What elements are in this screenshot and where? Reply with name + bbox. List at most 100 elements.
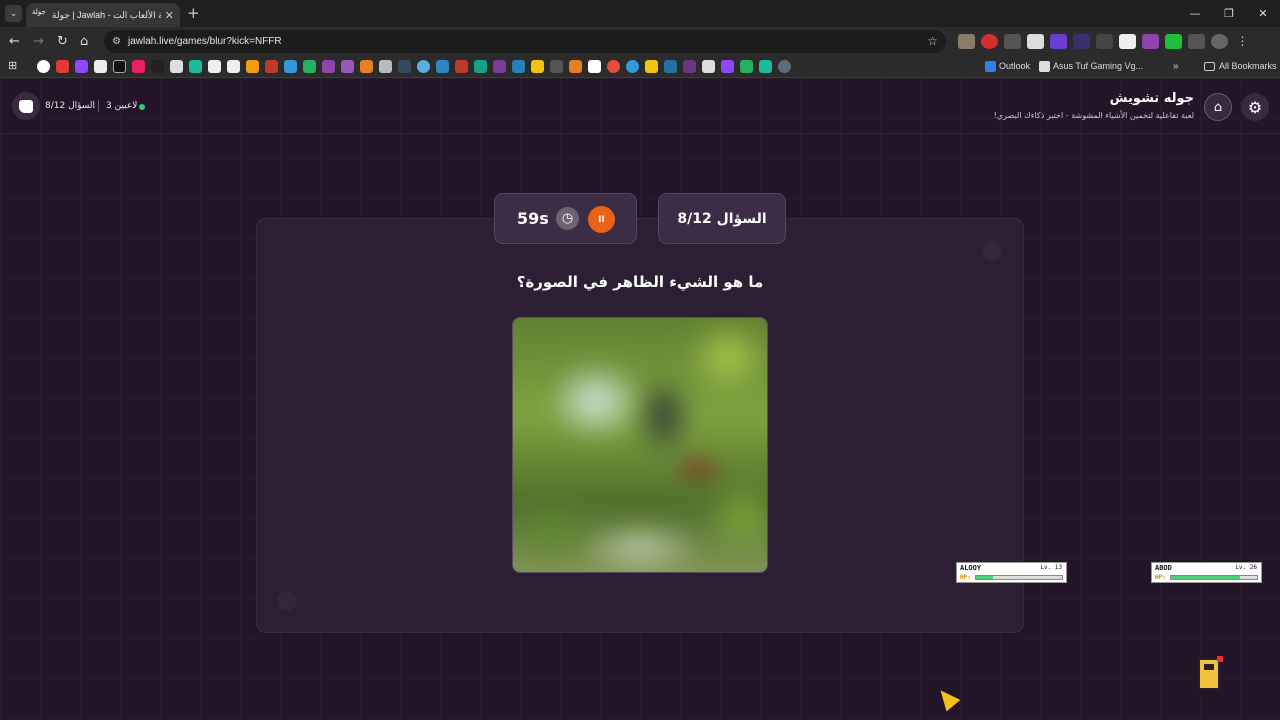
restore-icon[interactable]: ❐ — [1212, 0, 1246, 27]
bookmark-outlook[interactable]: Outlook — [985, 61, 1031, 73]
bookmark-icon[interactable] — [626, 60, 639, 73]
bookmark-icon[interactable] — [683, 60, 696, 73]
extension-icon[interactable] — [1096, 34, 1113, 49]
blurred-image — [512, 317, 768, 573]
bookmark-icon[interactable] — [664, 60, 677, 73]
bookmark-icon[interactable] — [569, 60, 582, 73]
bookmark-icon[interactable] — [246, 60, 259, 73]
asus-icon — [1039, 61, 1050, 73]
bookmark-icon[interactable] — [75, 60, 88, 73]
bookmark-icon[interactable] — [360, 60, 373, 73]
bookmark-outlook-label: Outlook — [999, 61, 1031, 71]
apps-icon[interactable]: ⊞ — [8, 59, 17, 72]
extension-icon[interactable] — [1073, 34, 1090, 49]
bookmark-icon[interactable] — [512, 60, 525, 73]
bookmark-icon[interactable] — [132, 60, 145, 73]
player-name: ALOOY — [960, 564, 982, 572]
bookmark-icon[interactable] — [113, 60, 126, 73]
bookmark-icon[interactable] — [607, 60, 620, 73]
extension-icon[interactable] — [1119, 34, 1136, 49]
header-divider — [98, 100, 99, 112]
extensions-icon[interactable] — [1188, 34, 1205, 49]
bookmark-icon[interactable] — [37, 60, 50, 73]
mouse-cursor-icon — [933, 684, 961, 712]
pause-button[interactable]: II — [588, 206, 615, 233]
bookmark-icon[interactable] — [417, 60, 430, 73]
bookmark-icon[interactable] — [341, 60, 354, 73]
extension-icon[interactable] — [1142, 34, 1159, 49]
header-player-count: 3 لاعبين — [106, 101, 138, 111]
all-bookmarks[interactable]: All Bookmarks — [1204, 61, 1277, 72]
header-question-counter: السؤال 8/12 — [45, 101, 96, 111]
bookmark-icon[interactable] — [740, 60, 753, 73]
bookmark-icon[interactable] — [474, 60, 487, 73]
hp-bar — [1170, 575, 1258, 580]
reload-icon[interactable]: ↻ — [57, 34, 68, 49]
bookmark-icon[interactable] — [56, 60, 69, 73]
address-bar[interactable]: ⚙ jawlah.live/games/blur?kick=NFFR ☆ — [104, 30, 946, 53]
app-header: السؤال 8/12 3 لاعبين ⚙ ⌂ جوله تشويش لعبة… — [0, 78, 1280, 134]
close-tab-icon[interactable]: ✕ — [165, 9, 174, 22]
home-button[interactable]: ⌂ — [1204, 93, 1232, 121]
star-icon[interactable]: ☆ — [927, 34, 938, 48]
menu-icon[interactable]: ⋮ — [1234, 34, 1251, 49]
bookmark-icon[interactable] — [284, 60, 297, 73]
hp-fill — [976, 576, 994, 579]
bookmark-icon[interactable] — [322, 60, 335, 73]
bookmark-icon[interactable] — [455, 60, 468, 73]
bookmarks-overflow-icon[interactable]: » — [1173, 61, 1179, 72]
site-info-icon[interactable]: ⚙ — [112, 36, 121, 47]
profile-icon[interactable] — [1211, 34, 1228, 49]
bookmark-icon[interactable] — [398, 60, 411, 73]
bookmark-icon[interactable] — [721, 60, 734, 73]
bookmark-icons — [37, 60, 791, 73]
tab-strip: ⌄ جولة جولة | Jawlah - منصة الألعاب الت.… — [0, 0, 1280, 27]
extension-icon[interactable] — [1004, 34, 1021, 49]
extensions-row: ⋮ — [958, 34, 1251, 49]
question-badge: السؤال 8/12 — [658, 193, 786, 244]
bookmark-icon[interactable] — [151, 60, 164, 73]
logo-icon[interactable] — [12, 92, 40, 120]
bookmark-icon[interactable] — [588, 60, 601, 73]
bookmark-icon[interactable] — [645, 60, 658, 73]
pixel-mascot[interactable] — [1192, 656, 1223, 692]
extension-icon[interactable] — [1050, 34, 1067, 49]
close-window-icon[interactable]: ✕ — [1246, 0, 1280, 27]
minimize-icon[interactable]: — — [1178, 0, 1212, 27]
bookmark-asus[interactable]: Asus Tuf Gaming Vg... — [1039, 61, 1144, 73]
mascot-body — [1198, 658, 1220, 690]
bookmark-icon[interactable] — [208, 60, 221, 73]
window-controls: — ❐ ✕ — [1178, 0, 1280, 27]
bookmark-icon[interactable] — [550, 60, 563, 73]
app-title: جوله تشويش — [1109, 91, 1194, 106]
player-name: ABOD — [1155, 564, 1172, 572]
bookmark-icon[interactable] — [759, 60, 772, 73]
bookmark-icon[interactable] — [702, 60, 715, 73]
tab-search-icon[interactable]: ⌄ — [5, 5, 22, 22]
extension-icon[interactable] — [958, 34, 975, 49]
app-page: السؤال 8/12 3 لاعبين ⚙ ⌂ جوله تشويش لعبة… — [0, 78, 1280, 720]
extension-icon[interactable] — [981, 34, 998, 49]
new-tab-icon[interactable]: + — [187, 4, 200, 22]
bookmark-icon[interactable] — [170, 60, 183, 73]
bookmark-asus-label: Asus Tuf Gaming Vg... — [1053, 61, 1144, 71]
bookmark-icon[interactable] — [531, 60, 544, 73]
bookmark-icon[interactable] — [778, 60, 791, 73]
bookmark-icon[interactable] — [493, 60, 506, 73]
bookmark-icon[interactable] — [94, 60, 107, 73]
extension-icon[interactable] — [1165, 34, 1182, 49]
blurred-photo — [513, 318, 767, 572]
bookmark-icon[interactable] — [436, 60, 449, 73]
settings-gear-icon[interactable]: ⚙ — [1241, 93, 1269, 121]
bookmark-icon[interactable] — [189, 60, 202, 73]
home-icon[interactable]: ⌂ — [80, 34, 88, 49]
browser-tab[interactable]: جولة جولة | Jawlah - منصة الألعاب الت...… — [26, 3, 180, 27]
extension-icon[interactable] — [1027, 34, 1044, 49]
bookmark-icon[interactable] — [227, 60, 240, 73]
forward-icon[interactable]: → — [33, 34, 44, 49]
back-icon[interactable]: ← — [9, 34, 20, 49]
bookmark-icon[interactable] — [303, 60, 316, 73]
online-status-dot — [139, 104, 145, 110]
bookmark-icon[interactable] — [265, 60, 278, 73]
bookmark-icon[interactable] — [379, 60, 392, 73]
